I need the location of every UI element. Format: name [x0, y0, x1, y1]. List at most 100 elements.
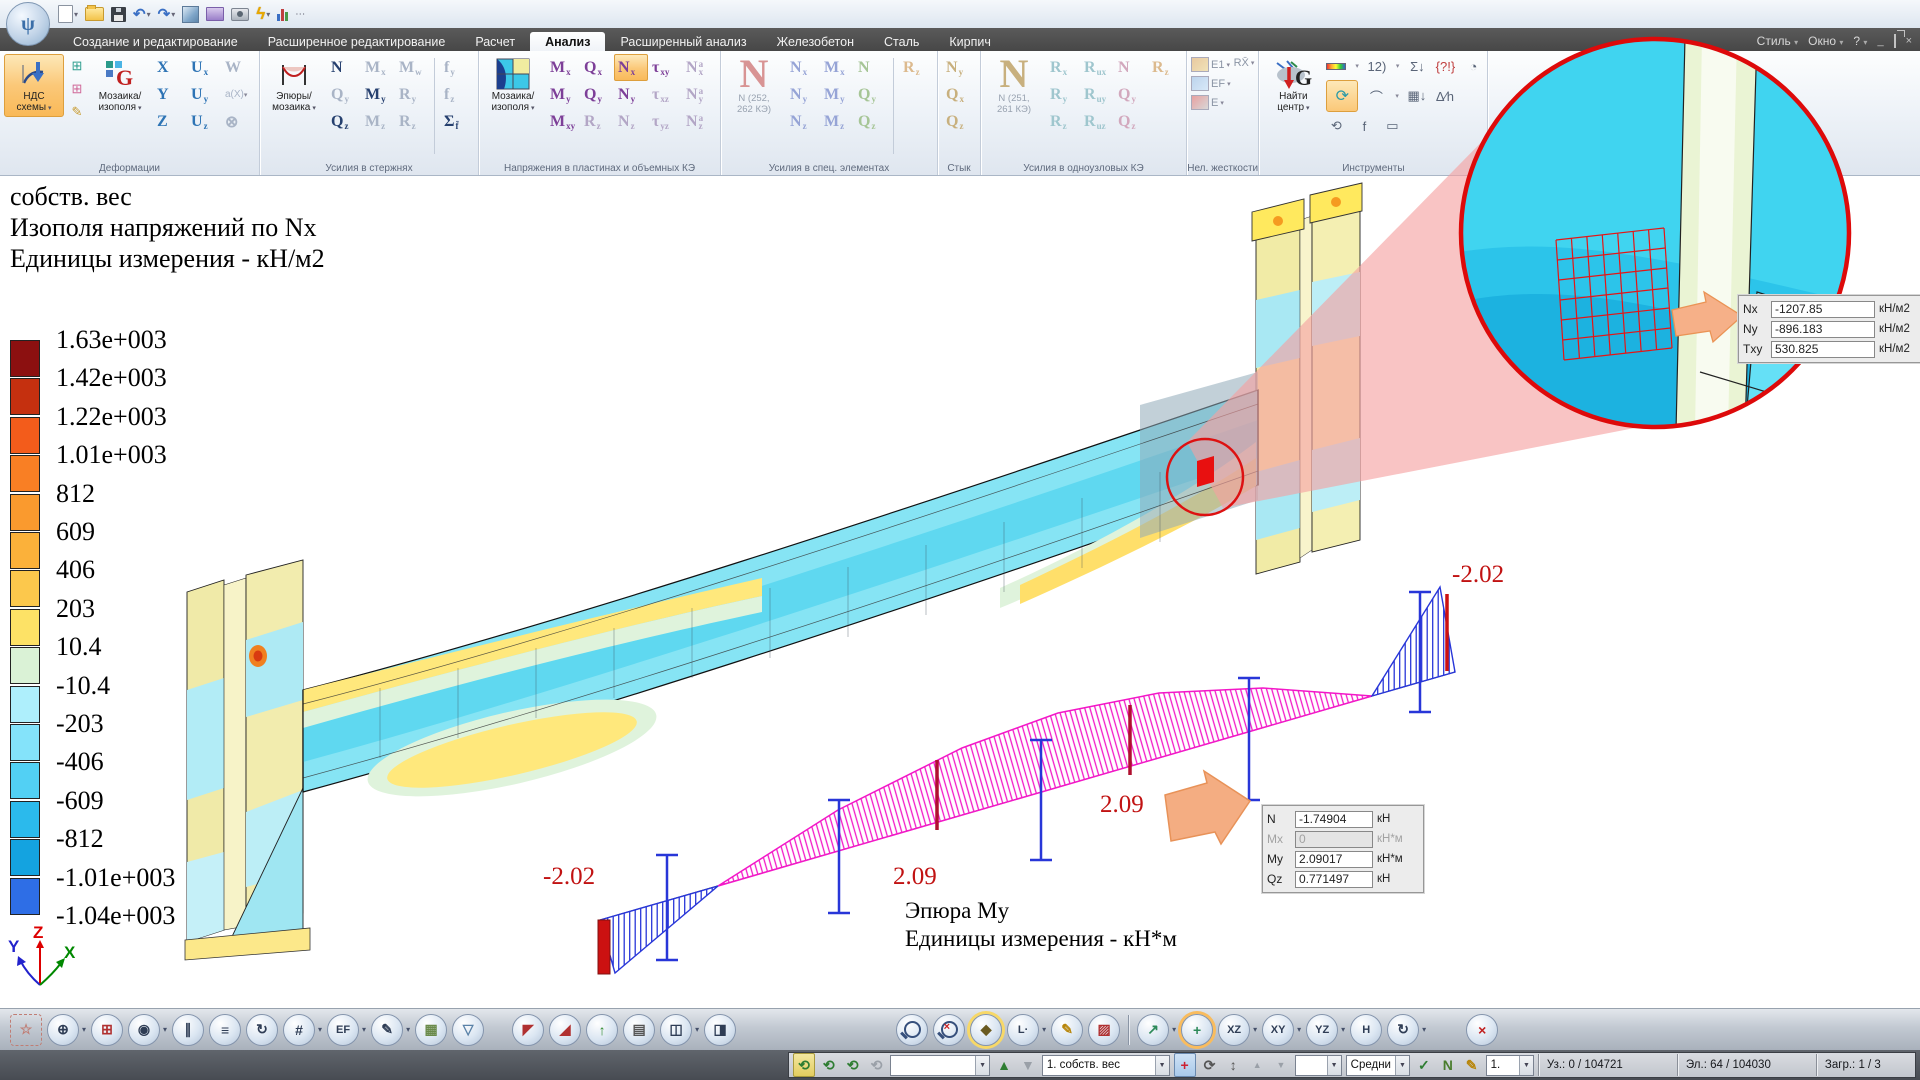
rod-stresses-fy[interactable]: f.y [440, 54, 474, 81]
plate-stresses-Mx[interactable]: M.x [546, 54, 580, 81]
recolor-icon[interactable]: ⟲ [1326, 116, 1346, 136]
number-combo[interactable]: 1. ▼ [1485, 1054, 1534, 1076]
scale-down-icon[interactable]: ▼ [1018, 1054, 1038, 1076]
global-axes-icon[interactable]: × [1466, 1013, 1499, 1046]
value-field[interactable]: 0.771497 [1295, 870, 1373, 888]
history-2-icon[interactable]: ⟲ [819, 1054, 839, 1076]
save-file-icon[interactable] [111, 3, 127, 25]
palette-icon[interactable]: ▨ [1088, 1013, 1121, 1046]
special-forces-Mz[interactable]: M.z [820, 108, 854, 135]
rotate-icon[interactable]: ⟳ [1200, 1054, 1220, 1076]
single-node-forces-Rz[interactable]: R.z [1046, 108, 1080, 135]
tab-кирпич[interactable]: Кирпич [934, 32, 1005, 53]
plate-stresses-My[interactable]: M.y [546, 81, 580, 108]
view-isometric-icon[interactable]: ↗ [1137, 1013, 1170, 1046]
run-analysis-icon[interactable]: ϟ ▾ [256, 3, 270, 25]
doc-minimize-button[interactable]: _ [1877, 35, 1883, 47]
refresh-results-icon[interactable]: ⟳ [1326, 80, 1359, 112]
single-node-forces-Ruz[interactable]: R.uz [1080, 108, 1114, 135]
displacement-components-⊗[interactable]: ⊗ [221, 108, 255, 135]
tab-анализ[interactable]: Анализ [530, 32, 606, 53]
view-xy-icon[interactable]: XY [1262, 1013, 1295, 1046]
special-forces-Qz[interactable]: Q.z [854, 108, 888, 135]
ground-icon[interactable]: ▭ [1382, 116, 1402, 136]
book-report-icon[interactable] [206, 3, 225, 25]
mosaic-isofields-stresses-button[interactable]: Мозаика/изополя ▾ [483, 54, 543, 117]
epure-tool-icon[interactable]: ⌒ [1366, 86, 1386, 106]
special-forces-N[interactable]: N [854, 54, 888, 81]
special-forces-rz-Rz[interactable]: R.z [899, 54, 933, 81]
delta-h-icon[interactable]: Δ∕h [1435, 86, 1455, 106]
plate-stresses-Qx[interactable]: Q.x [580, 54, 614, 81]
joint-forces-Ny[interactable]: N.y [942, 54, 976, 81]
special-elements-n[interactable]: NN (252, 262 КЭ) [725, 54, 783, 115]
special-forces-My[interactable]: M.y [820, 81, 854, 108]
single-node-n[interactable]: NN (251, 261 КЭ) [985, 54, 1043, 115]
filter-icon[interactable]: ▽ [452, 1013, 485, 1046]
projection-icon[interactable]: ◨ [704, 1013, 737, 1046]
rod-stresses-fz[interactable]: f.z [440, 81, 474, 108]
measure-ruler-icon[interactable]: ✎ [67, 102, 87, 122]
nodes-mesh-icon[interactable]: ⊞ [91, 1013, 124, 1046]
qat-overflow-icon[interactable]: ⋯ [295, 3, 305, 25]
single-node-forces-Rx[interactable]: R.x [1046, 54, 1080, 81]
special-forces-Mx[interactable]: M.x [820, 54, 854, 81]
measure-tool-icon[interactable]: ◆ [970, 1013, 1003, 1046]
value-field[interactable]: -896.183 [1771, 320, 1875, 338]
view-front-icon[interactable]: H [1350, 1013, 1383, 1046]
displacement-components-Z[interactable]: Z [153, 108, 187, 135]
scheme-initial-icon[interactable]: ⊞ [67, 56, 87, 76]
flip-icon[interactable]: ↕ [1223, 1054, 1243, 1076]
rotate-node-icon[interactable]: ↻ [246, 1013, 279, 1046]
rod-forces-N[interactable]: N [327, 54, 361, 81]
plate-stresses-Qy[interactable]: Q.y [580, 81, 614, 108]
displacement-components-Uy[interactable]: U.y [187, 81, 221, 108]
view-yz-icon[interactable]: YZ [1306, 1013, 1339, 1046]
plate-stresses-Nx[interactable]: Nax [682, 54, 716, 81]
stacked-view-icon[interactable]: ≡ [209, 1013, 242, 1046]
mosaic-load-icon[interactable]: ▦↓ [1407, 86, 1427, 106]
special-forces-Ny[interactable]: N.y [786, 81, 820, 108]
tab-расширенное-редактирование[interactable]: Расширенное редактирование [253, 32, 461, 53]
plate-stresses-Ny[interactable]: N.y [614, 81, 648, 108]
special-forces-Qy[interactable]: Q.y [854, 81, 888, 108]
tab-расчет[interactable]: Расчет [460, 32, 530, 53]
rod-forces-Mw[interactable]: M.w [395, 54, 429, 81]
rod-forces-Qz[interactable]: Q.z [327, 108, 361, 135]
tab-сталь[interactable]: Сталь [869, 32, 934, 53]
pack-model-icon[interactable]: ▤ [623, 1013, 656, 1046]
single-node-forces-Ry[interactable]: R.y [1046, 81, 1080, 108]
rod-stresses-Σf̄[interactable]: Σ.f̄ [440, 108, 474, 135]
displacement-components-a(X)[interactable]: a(X) ▾ [221, 81, 255, 108]
stiffness-buttons-E1[interactable]: E1 ▾ [1191, 57, 1231, 72]
lasso-select-icon[interactable]: ☆ [10, 1013, 42, 1046]
apply-icon[interactable]: ✓ [1414, 1054, 1434, 1076]
loadcase-combo[interactable]: 1. собств. вес ▼ [1041, 1054, 1170, 1076]
joint-forces-Qz[interactable]: Q.z [942, 108, 976, 135]
mode-combo[interactable]: ▼ [1294, 1054, 1342, 1076]
single-node-forces-Ruy[interactable]: R.uy [1080, 81, 1114, 108]
tab-создание-и-редактирование[interactable]: Создание и редактирование [58, 32, 253, 53]
plate-stresses-Ny[interactable]: Nay [682, 81, 716, 108]
n-display-icon[interactable]: N [1438, 1054, 1458, 1076]
displacement-components-Ux[interactable]: U.x [187, 54, 221, 81]
edit2-icon[interactable]: ✎ [1462, 1054, 1482, 1076]
single-node-forces-N[interactable]: N [1114, 54, 1148, 81]
value-field[interactable]: -1207.85 [1771, 300, 1875, 318]
epures-mosaic-button[interactable]: Эпюры/мозаика ▾ [264, 54, 324, 117]
plate-stresses-Mxy[interactable]: M.xy [546, 108, 580, 135]
value-field[interactable]: -1.74904 [1295, 810, 1373, 828]
rod-forces-My[interactable]: M.y [361, 81, 395, 108]
joint-forces-Qx[interactable]: Q.x [942, 81, 976, 108]
value-field[interactable]: 2.09017 [1295, 850, 1373, 868]
displacement-components-W[interactable]: W [221, 54, 255, 81]
results-bars-icon[interactable] [277, 3, 289, 25]
new-document-icon[interactable]: ▾ [58, 3, 78, 25]
single-node-forces-Qz[interactable]: Q.z [1114, 108, 1148, 135]
single-node-forces-Qy[interactable]: Q.y [1114, 81, 1148, 108]
tab-расширенный-анализ[interactable]: Расширенный анализ [605, 32, 761, 53]
zoom-window-icon[interactable] [896, 1013, 929, 1046]
select-node-icon[interactable]: + [1173, 1053, 1196, 1077]
edit-pencil-icon[interactable]: ✎ [1051, 1013, 1084, 1046]
plate-stresses-τyz[interactable]: τ.yz [648, 108, 682, 135]
